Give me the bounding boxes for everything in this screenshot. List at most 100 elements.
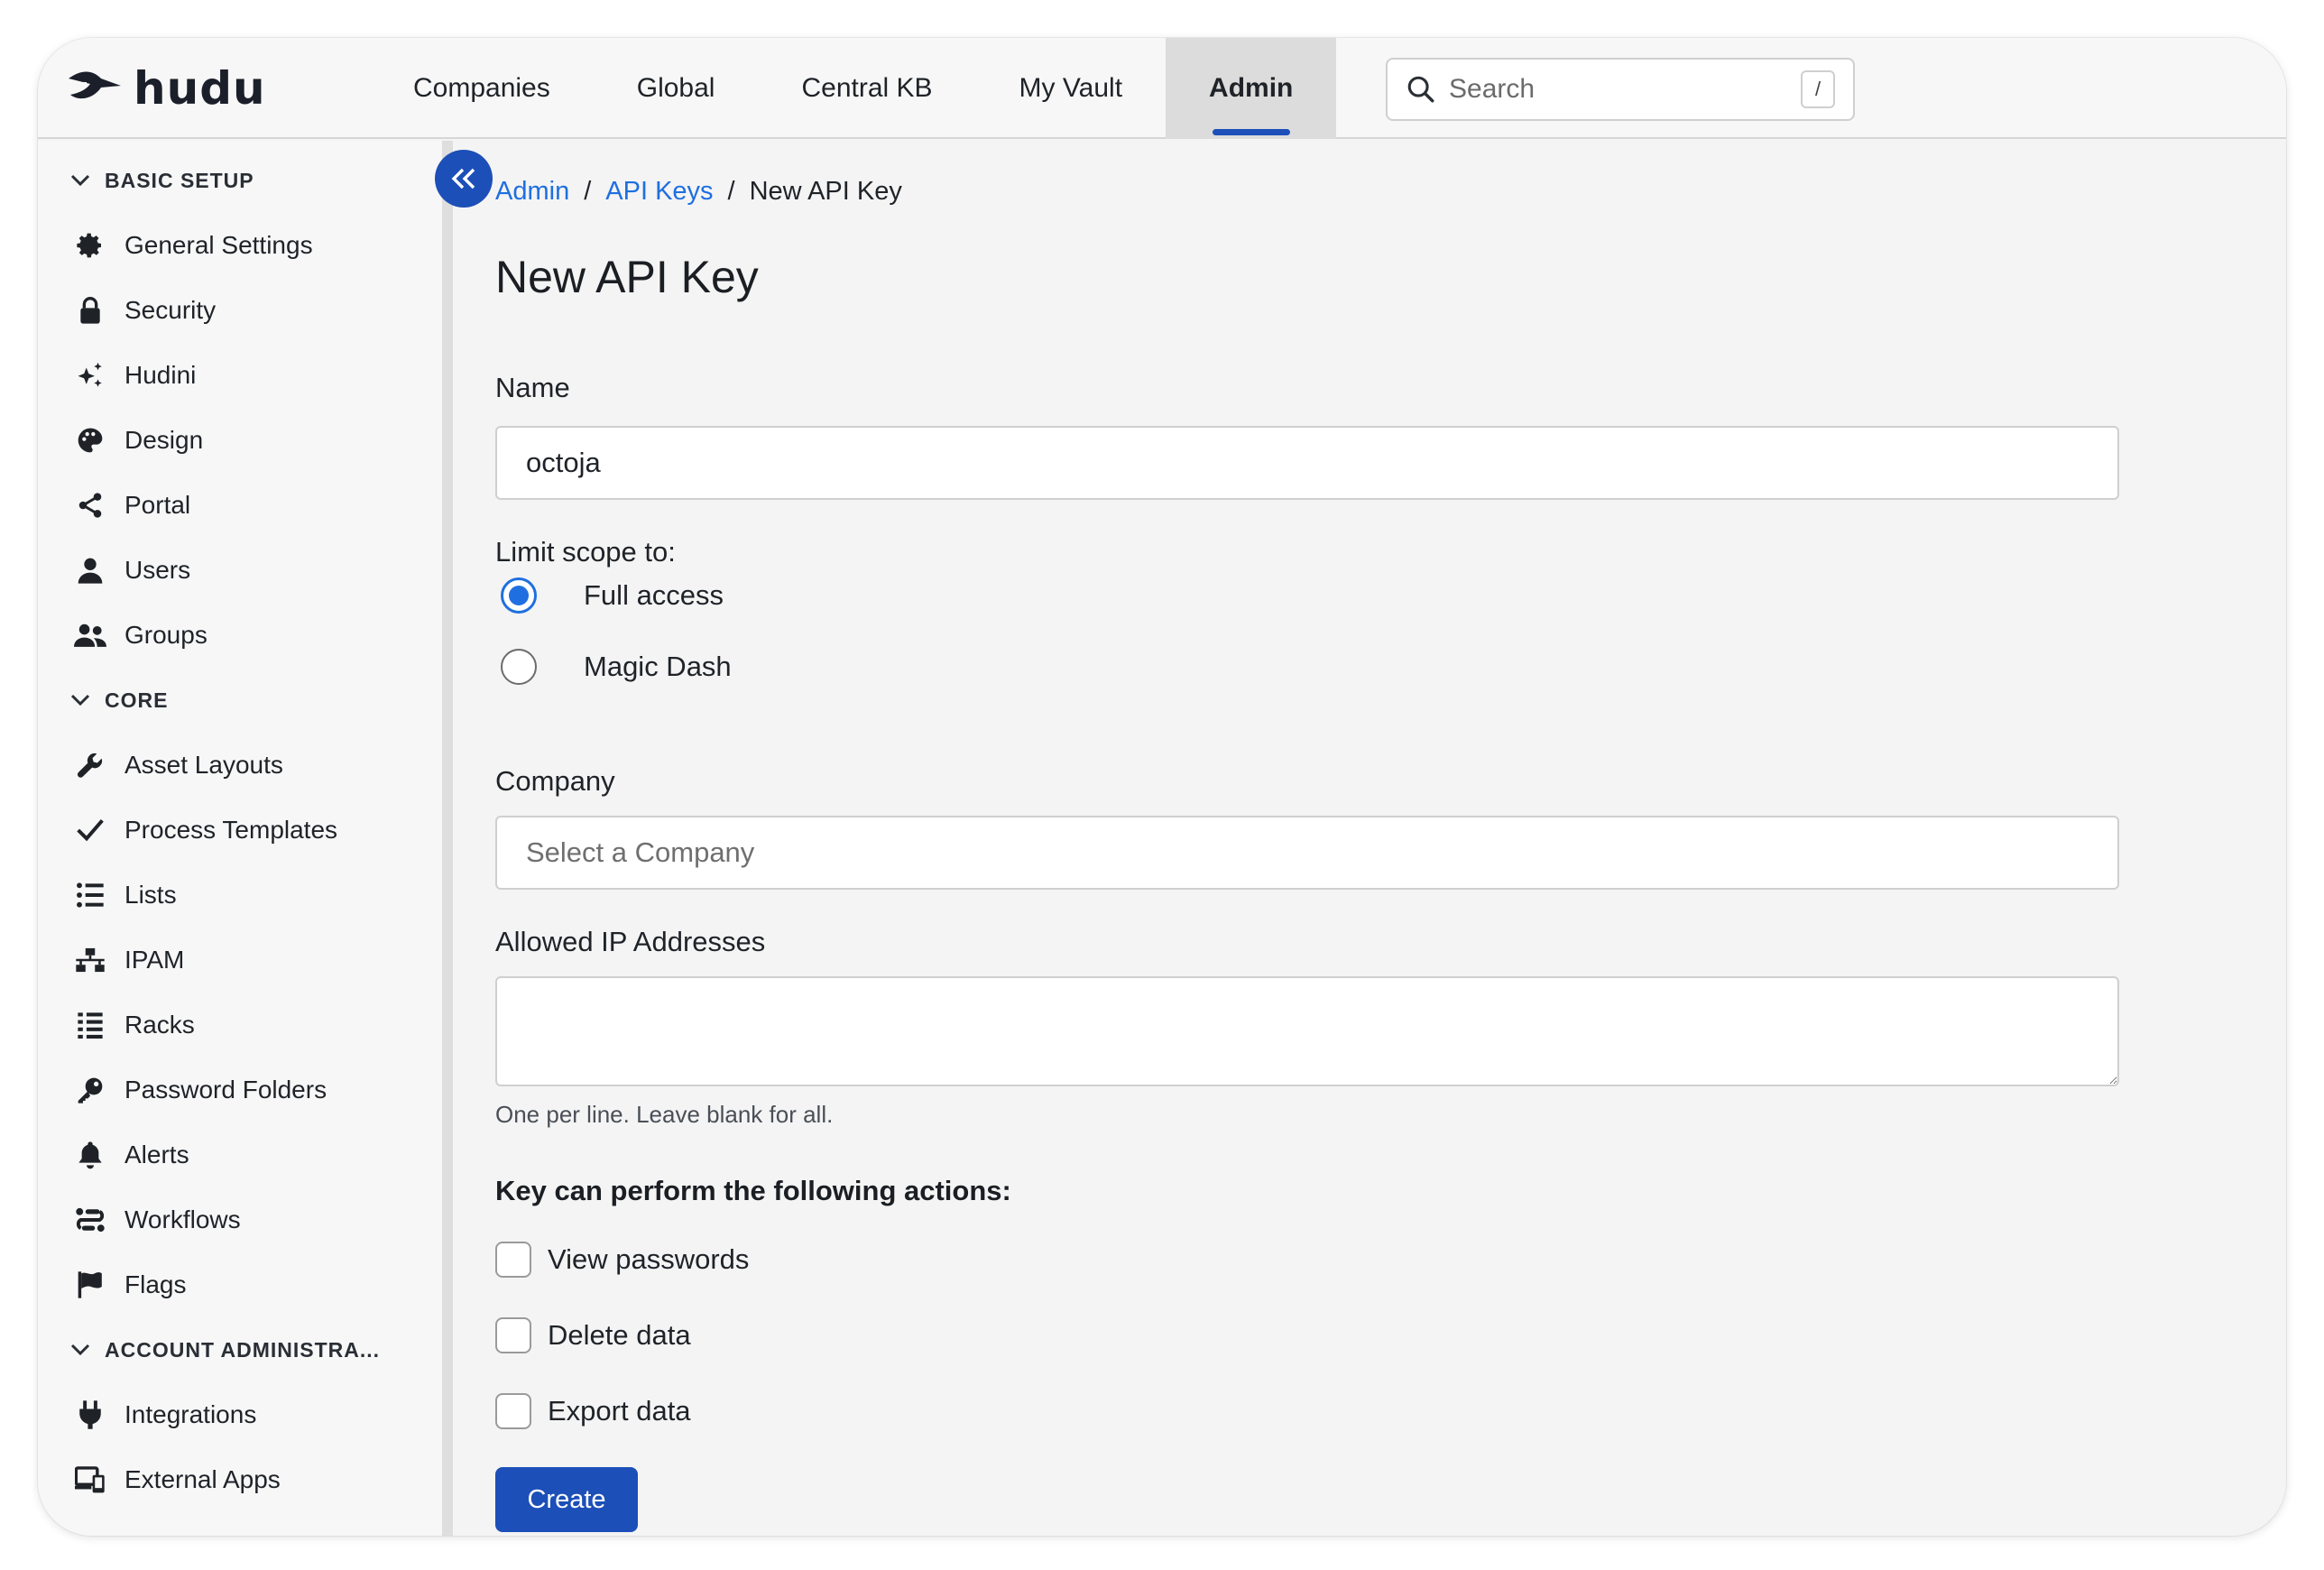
sidebar-item-lists[interactable]: Lists [38,863,442,928]
ip-addresses-label: Allowed IP Addresses [495,926,766,957]
nav-my-vault[interactable]: My Vault [976,38,1166,139]
sidebar-item-portal[interactable]: Portal [38,473,442,538]
breadcrumb-separator: / [727,177,735,206]
user-icon [72,552,108,588]
ip-addresses-textarea[interactable] [495,976,2119,1086]
company-select[interactable] [495,816,2119,890]
chevron-down-icon [65,693,96,707]
sidebar-item-racks[interactable]: Racks [38,993,442,1057]
sidebar-item-label: Asset Layouts [124,751,283,779]
sidebar-item-groups[interactable]: Groups [38,603,442,668]
sidebar-item-workflows[interactable]: Workflows [38,1187,442,1252]
gear-icon [72,227,108,263]
wrench-icon [72,747,108,783]
create-button[interactable]: Create [495,1467,638,1532]
nav-admin[interactable]: Admin [1166,38,1337,139]
checkbox-export-data[interactable] [495,1393,531,1429]
actions-heading: Key can perform the following actions: [495,1175,1011,1206]
sidebar-item-ipam[interactable]: IPAM [38,928,442,993]
company-label: Company [495,765,615,797]
check-icon [72,812,108,848]
chevron-down-icon [65,173,96,188]
breadcrumb-api-keys-link[interactable]: API Keys [605,177,713,207]
main-nav: Companies Global Central KB My Vault Adm… [370,38,1337,139]
sidebar-item-integrations[interactable]: Integrations [38,1382,442,1447]
sidebar-item-label: Groups [124,621,208,649]
radio-magic-dash[interactable] [501,649,537,685]
name-input[interactable] [495,426,2119,500]
top-bar: hudu Companies Global Central KB My Vaul… [38,38,2286,139]
search-input[interactable] [1449,74,1801,105]
plug-icon [72,1397,108,1433]
sidebar-item-label: Process Templates [124,816,338,844]
action-delete-data[interactable]: Delete data [495,1317,691,1353]
chevron-down-icon [65,1343,96,1357]
breadcrumb-current: New API Key [749,177,902,206]
hudu-logo[interactable]: hudu [65,62,266,115]
search-icon [1407,76,1434,103]
sidebar-item-flags[interactable]: Flags [38,1252,442,1317]
action-view-passwords[interactable]: View passwords [495,1242,749,1278]
hudu-logo-mark-icon [69,71,121,99]
network-icon [72,942,108,978]
checkbox-label: Export data [548,1395,691,1427]
sidebar-item-label: Lists [124,881,177,909]
sidebar-item-external-apps[interactable]: External Apps [38,1447,442,1512]
sidebar-item-users[interactable]: Users [38,538,442,603]
key-icon [72,1072,108,1108]
sidebar-item-asset-layouts[interactable]: Asset Layouts [38,733,442,798]
section-title: ACCOUNT ADMINISTRA... [105,1337,381,1362]
breadcrumb-admin-link[interactable]: Admin [495,177,569,207]
sidebar: BASIC SETUP General Settings Security Hu… [38,141,453,1536]
nav-companies[interactable]: Companies [370,38,594,139]
sidebar-section-account-administration[interactable]: ACCOUNT ADMINISTRA... [38,1317,442,1382]
lock-icon [72,292,108,328]
scope-option-full-access[interactable]: Full access [501,577,724,614]
checkbox-view-passwords[interactable] [495,1242,531,1278]
section-title: BASIC SETUP [105,168,254,192]
main-content: Admin / API Keys / New API Key New API K… [492,141,2286,1536]
rack-icon [72,1007,108,1043]
breadcrumb: Admin / API Keys / New API Key [495,177,902,207]
sidebar-item-label: External Apps [124,1465,281,1493]
sidebar-section-core[interactable]: CORE [38,668,442,733]
sidebar-item-label: Password Folders [124,1076,327,1104]
search-box[interactable]: / [1386,58,1855,121]
external-apps-icon [72,1462,108,1498]
nav-central-kb[interactable]: Central KB [758,38,975,139]
list-icon [72,877,108,913]
sidebar-item-label: Racks [124,1011,195,1039]
sidebar-item-label: Integrations [124,1400,257,1428]
sidebar-item-password-folders[interactable]: Password Folders [38,1057,442,1122]
name-label: Name [495,372,570,403]
ip-addresses-help-text: One per line. Leave blank for all. [495,1101,834,1128]
palette-icon [72,422,108,458]
sidebar-item-security[interactable]: Security [38,278,442,343]
app-window: hudu Companies Global Central KB My Vaul… [38,38,2286,1536]
sidebar-item-label: IPAM [124,946,185,974]
sidebar-item-alerts[interactable]: Alerts [38,1122,442,1187]
radio-label: Full access [584,579,724,611]
flag-icon [72,1267,108,1303]
sidebar-item-hudini[interactable]: Hudini [38,343,442,408]
radio-full-access[interactable] [501,577,537,614]
share-icon [72,487,108,523]
scope-label: Limit scope to: [495,536,676,568]
sidebar-item-design[interactable]: Design [38,408,442,473]
sidebar-item-process-templates[interactable]: Process Templates [38,798,442,863]
sidebar-section-basic-setup[interactable]: BASIC SETUP [38,148,442,213]
sidebar-item-label: General Settings [124,231,313,259]
collapse-sidebar-button[interactable] [435,150,493,208]
sidebar-item-label: Design [124,426,204,454]
page-title: New API Key [495,252,759,302]
checkbox-delete-data[interactable] [495,1317,531,1353]
action-export-data[interactable]: Export data [495,1393,691,1429]
nav-global[interactable]: Global [594,38,759,139]
sidebar-item-label: Portal [124,491,191,519]
section-title: CORE [105,688,169,712]
sidebar-item-general-settings[interactable]: General Settings [38,213,442,278]
sidebar-item-label: Flags [124,1270,187,1298]
breadcrumb-separator: / [584,177,592,206]
sidebar-item-label: Alerts [124,1141,189,1168]
scope-option-magic-dash[interactable]: Magic Dash [501,649,732,685]
